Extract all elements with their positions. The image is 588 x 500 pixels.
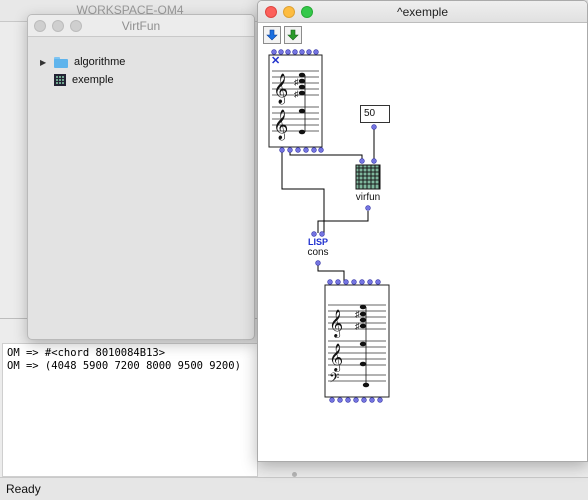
treble-clef-icon: 𝄞 (329, 343, 343, 372)
patch-window[interactable]: ^exemple 𝄞 𝄞 ♯ ♯ ✕ 𝄞 𝄞 𝄢 ♯ ♯ 50 virfun L… (257, 0, 588, 462)
chord-box-bottom[interactable]: 𝄞 𝄞 𝄢 ♯ ♯ (324, 284, 390, 398)
virtfun-tree: ▶ algorithme exemple (40, 53, 125, 89)
lock-x-icon: ✕ (271, 55, 280, 67)
patch-canvas[interactable]: 𝄞 𝄞 ♯ ♯ ✕ 𝄞 𝄞 𝄢 ♯ ♯ (258, 1, 588, 462)
bass-clef-icon: 𝄢 (329, 370, 339, 389)
chord-box-top[interactable]: 𝄞 𝄞 ♯ ♯ ✕ (268, 54, 323, 148)
svg-text:♯: ♯ (294, 89, 299, 99)
treble-clef-icon: 𝄞 (273, 109, 288, 141)
virtfun-titlebar[interactable]: VirtFun (28, 15, 254, 37)
treble-clef-icon: 𝄞 (273, 73, 288, 105)
listener-line: OM => #<chord 8010084B13> (7, 347, 166, 359)
status-text: Ready (6, 482, 41, 496)
listener-panel: OM => #<chord 8010084B13> OM => (4048 59… (0, 318, 260, 478)
disclosure-triangle-icon[interactable]: ▶ (40, 58, 50, 67)
tree-item-label: exemple (72, 74, 114, 86)
cons-label[interactable]: cons (302, 247, 334, 258)
tree-item-exemple[interactable]: exemple (40, 71, 125, 89)
number-box[interactable]: 50 (360, 105, 390, 123)
chord-top-inlets[interactable] (271, 49, 319, 55)
connection-cons-to-chord (317, 263, 345, 281)
svg-text:♯: ♯ (294, 77, 299, 87)
lisp-label[interactable]: LISP (304, 237, 332, 247)
patch-icon (54, 74, 66, 86)
svg-text:♯: ♯ (355, 321, 360, 331)
tree-item-algorithme[interactable]: ▶ algorithme (40, 53, 125, 71)
status-bar: Ready (0, 477, 588, 500)
listener-output[interactable]: OM => #<chord 8010084B13> OM => (4048 59… (2, 343, 258, 477)
connection-virfun-to-cons (317, 211, 369, 233)
chord-bottom-inlets[interactable] (327, 279, 381, 285)
treble-clef-icon: 𝄞 (329, 309, 343, 338)
connection-chord-to-virfun (289, 151, 363, 162)
connections (281, 129, 375, 281)
virtfun-title: VirtFun (121, 19, 161, 33)
tree-item-label: algorithme (74, 56, 126, 68)
listener-line: OM => (4048 5900 7200 8000 9500 9200) (7, 360, 241, 372)
chord-top-outlets[interactable] (279, 147, 324, 153)
svg-text:♯: ♯ (355, 309, 360, 319)
folder-icon (54, 56, 68, 68)
virfun-label: virfun (355, 192, 381, 203)
number-box-outlet[interactable] (371, 124, 377, 130)
chord-bottom-outlets[interactable] (329, 397, 383, 403)
virtfun-window[interactable]: VirtFun ▶ algorithme exemple (27, 14, 255, 340)
